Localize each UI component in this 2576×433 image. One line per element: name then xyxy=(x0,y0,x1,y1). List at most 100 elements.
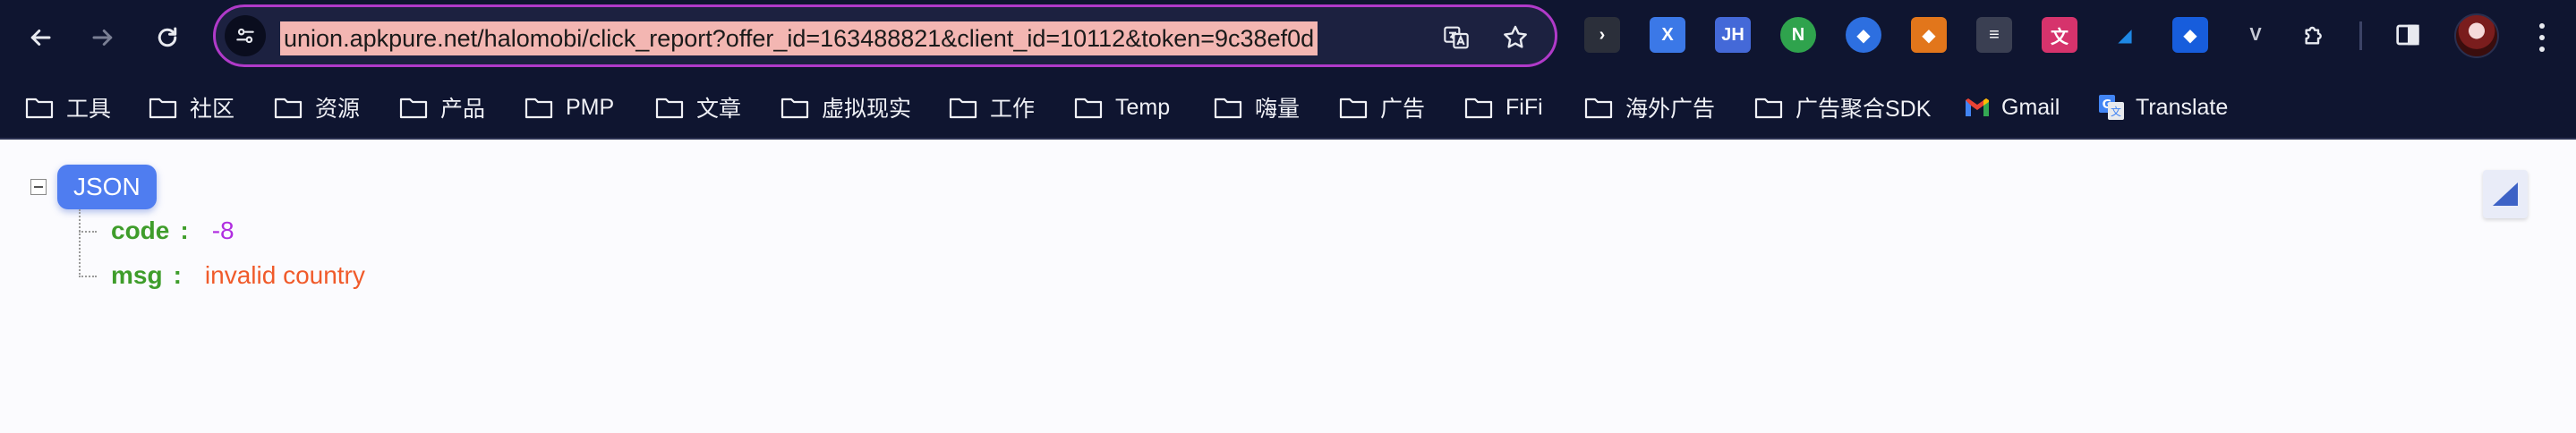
ext-0[interactable]: › xyxy=(1584,17,1620,53)
bookmark-folder-11[interactable]: FiFi xyxy=(1464,89,1543,125)
corner-triangle-icon xyxy=(2493,183,2518,206)
n-extension-icon: N xyxy=(1791,24,1805,45)
folder-icon xyxy=(25,96,54,119)
tree-branch xyxy=(79,276,97,277)
terminal-extension-icon: › xyxy=(1599,24,1606,45)
more-vertical-icon xyxy=(2539,23,2545,29)
bookmark-label: FiFi xyxy=(1506,94,1543,120)
jh-extension-icon: JH xyxy=(1721,24,1744,45)
json-root-badge[interactable]: JSON xyxy=(57,165,157,209)
menu-dot xyxy=(2539,35,2545,40)
viewer-toggle-button[interactable] xyxy=(2483,170,2528,218)
folder-icon xyxy=(780,96,809,119)
ext-7[interactable]: 文 xyxy=(2042,17,2077,53)
ext-8[interactable]: ◢ xyxy=(2107,17,2143,53)
bird-extension-icon: ◆ xyxy=(1856,25,1871,46)
bookmark-folder-3[interactable]: 产品 xyxy=(399,89,485,125)
site-info-button[interactable] xyxy=(225,15,266,56)
v-extension-icon: ◢ xyxy=(2118,25,2132,46)
bookmark-label: 嗨量 xyxy=(1255,97,1301,122)
ext-5[interactable]: ◆ xyxy=(1911,17,1947,53)
bookmark-label: 海外广告 xyxy=(1625,97,1716,122)
folder-icon xyxy=(274,96,303,119)
folder-icon xyxy=(1339,96,1368,119)
ext-1[interactable]: X xyxy=(1650,17,1685,53)
bookmark-folder-6[interactable]: 虚拟现实 xyxy=(780,89,911,125)
bookmark-folder-2[interactable]: 资源 xyxy=(274,89,360,125)
dev-tools-extension-icon: ≡ xyxy=(1989,24,2000,45)
bookmark-label: 广告 xyxy=(1380,97,1426,122)
bookmark-label: 虚拟现实 xyxy=(822,97,912,122)
google-translate-icon: G文 xyxy=(2098,94,2125,121)
bookmark-translate[interactable]: G文 Translate xyxy=(2098,89,2228,125)
bookmark-folder-0[interactable]: 工具 xyxy=(25,89,111,125)
bookmark-label: 工作 xyxy=(990,97,1036,122)
bookmark-label: 资源 xyxy=(315,97,361,122)
bookmark-folder-9[interactable]: 嗨量 xyxy=(1214,89,1300,125)
bookmark-folder-8[interactable]: Temp xyxy=(1074,89,1170,125)
gmail-icon xyxy=(1964,94,1991,121)
page-translate-button[interactable] xyxy=(1437,18,1476,57)
forward-button[interactable] xyxy=(81,15,125,60)
back-button[interactable] xyxy=(18,15,63,60)
json-value-string: invalid country xyxy=(204,261,365,289)
folder-icon xyxy=(149,96,177,119)
tree-branch xyxy=(79,231,97,233)
vue-devtools-icon: V xyxy=(2249,24,2262,45)
folder-icon xyxy=(1584,96,1613,119)
bookmark-label: 文章 xyxy=(696,97,742,122)
svg-text:文: 文 xyxy=(2111,105,2121,118)
bookmark-label: 广告聚合SDK xyxy=(1796,97,1932,122)
extensions-menu-button[interactable] xyxy=(2297,17,2333,53)
json-colon: : xyxy=(180,216,189,244)
json-value-number: -8 xyxy=(211,216,235,244)
bookmark-gmail[interactable]: Gmail xyxy=(1964,89,2060,125)
arrow-left-icon xyxy=(30,30,51,46)
bookmark-folder-13[interactable]: 广告聚合SDK xyxy=(1754,89,1931,125)
menu-dot xyxy=(2539,47,2545,52)
x-extension-icon: X xyxy=(1661,24,1674,45)
folder-icon xyxy=(525,96,553,119)
json-field-code: code : -8 xyxy=(111,213,235,249)
bookmark-label: PMP xyxy=(566,94,615,120)
json-viewer: JSON code : -8 msg : invalid country xyxy=(0,140,2576,433)
ext-3[interactable]: N xyxy=(1780,17,1816,53)
bookmark-folder-7[interactable]: 工作 xyxy=(949,89,1035,125)
folder-icon xyxy=(399,96,428,119)
profile-avatar[interactable] xyxy=(2454,13,2499,58)
metamask-fox-icon: ◆ xyxy=(1922,25,1936,46)
folder-icon xyxy=(1464,96,1493,119)
bookmark-folder-12[interactable]: 海外广告 xyxy=(1584,89,1715,125)
reload-button[interactable] xyxy=(145,15,190,60)
folder-icon xyxy=(655,96,684,119)
side-panel-icon xyxy=(2396,24,2419,46)
ext-9[interactable]: ◆ xyxy=(2172,17,2208,53)
reload-icon xyxy=(158,27,177,47)
ext-4[interactable]: ◆ xyxy=(1846,17,1881,53)
ext-10[interactable]: V xyxy=(2238,17,2273,53)
url-text[interactable]: union.apkpure.net/halomobi/click_report?… xyxy=(280,21,1318,55)
json-field-msg: msg : invalid country xyxy=(111,258,365,293)
bookmark-folder-10[interactable]: 广告 xyxy=(1339,89,1425,125)
bookmark-folder-5[interactable]: 文章 xyxy=(655,89,741,125)
browser-menu-button[interactable] xyxy=(2526,20,2558,55)
star-icon xyxy=(1504,25,1527,48)
folder-icon xyxy=(1754,96,1783,119)
json-key: code xyxy=(111,216,170,244)
bookmark-label: 工具 xyxy=(66,97,112,122)
bookmark-star-button[interactable] xyxy=(1496,18,1535,57)
json-key: msg xyxy=(111,261,163,289)
collapse-toggle[interactable] xyxy=(30,179,47,195)
bookmark-folder-4[interactable]: PMP xyxy=(525,89,614,125)
bookmark-folder-1[interactable]: 社区 xyxy=(149,89,235,125)
side-panel-button[interactable] xyxy=(2390,17,2426,53)
ext-6[interactable]: ≡ xyxy=(1976,17,2012,53)
ext-2[interactable]: JH xyxy=(1715,17,1751,53)
arrow-right-icon xyxy=(92,30,113,46)
folder-icon xyxy=(1074,96,1103,119)
bookmarks-bar: 工具 社区 资源 产品 PMP 文章 虚拟现实 工作 Temp 嗨量 广告 Fi… xyxy=(0,75,2576,140)
tree-connector xyxy=(79,209,81,277)
address-bar[interactable]: union.apkpure.net/halomobi/click_report?… xyxy=(213,4,1557,67)
folder-icon xyxy=(949,96,977,119)
bookmark-label: 产品 xyxy=(440,97,486,122)
